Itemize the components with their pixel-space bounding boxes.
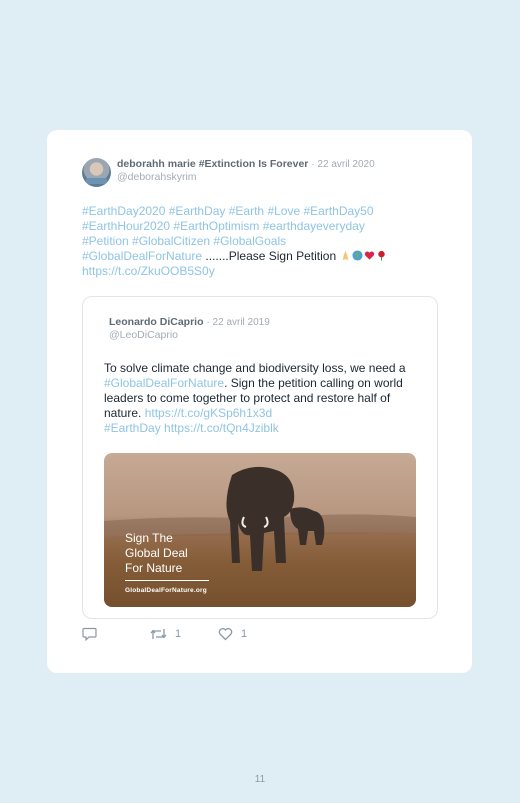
hashtag-link[interactable]: #GlobalDealForNature	[82, 249, 202, 263]
media-divider	[125, 580, 209, 581]
hashtags-line[interactable]: #EarthDay2020 #EarthDay #Earth #Love #Ea…	[82, 204, 374, 218]
quoted-author-name[interactable]: Leonardo DiCaprio	[109, 316, 204, 328]
quoted-date[interactable]: · 22 avril 2019	[206, 317, 269, 328]
reply-icon	[82, 627, 97, 641]
media-title-line: Global Deal	[125, 546, 188, 560]
globe-icon	[352, 250, 364, 261]
tweet-date[interactable]: · 22 avril 2020	[311, 159, 374, 170]
quoted-text: To solve climate change and biodiversity…	[104, 361, 414, 436]
tweet-card: deborahh marie #Extinction Is Forever · …	[47, 130, 472, 673]
quoted-link[interactable]: https://t.co/gKSp6h1x3d	[145, 406, 272, 420]
media-url: GlobalDealForNature.org	[125, 587, 207, 594]
quoted-link[interactable]: https://t.co/tQn4Jziblk	[164, 421, 279, 435]
heart-icon	[365, 251, 375, 260]
quoted-hashtag[interactable]: #GlobalDealForNature	[104, 376, 224, 390]
tweet-header: deborahh marie #Extinction Is Forever · …	[117, 158, 375, 184]
like-button[interactable]: 1	[218, 627, 247, 641]
retweet-count: 1	[175, 628, 182, 640]
quoted-text-part: To solve climate change and biodiversity…	[104, 361, 406, 375]
author-handle[interactable]: @deborahskyrim	[117, 171, 197, 183]
rose-icon	[378, 250, 386, 261]
page-number: 11	[254, 774, 266, 785]
media-title-line: Sign The	[125, 531, 173, 545]
hashtags-line[interactable]: #EarthHour2020 #EarthOptimism #earthdaye…	[82, 219, 365, 233]
reply-button[interactable]	[82, 627, 97, 641]
tweet-link[interactable]: https://t.co/ZkuOOB5S0y	[82, 264, 215, 278]
praying-hands-icon	[343, 250, 349, 261]
heart-outline-icon	[218, 627, 233, 641]
media-title-line: For Nature	[125, 561, 183, 575]
quoted-tweet[interactable]: Leonardo DiCaprio · 22 avril 2019 @LeoDi…	[82, 296, 438, 619]
quoted-handle[interactable]: @LeoDiCaprio	[109, 329, 178, 341]
quoted-hashtag[interactable]: #EarthDay	[104, 421, 161, 435]
media-title: Sign The Global Deal For Nature	[125, 531, 215, 576]
avatar[interactable]	[82, 158, 111, 187]
tweet-text: #EarthDay2020 #EarthDay #Earth #Love #Ea…	[82, 204, 422, 279]
retweet-button[interactable]: 1	[150, 627, 181, 641]
quoted-header: Leonardo DiCaprio · 22 avril 2019 @LeoDi…	[109, 316, 270, 342]
tweet-plain-text: .......Please Sign Petition	[202, 249, 340, 263]
retweet-icon	[150, 629, 167, 639]
like-count: 1	[241, 628, 248, 640]
tweet-actions: 1 1	[82, 627, 282, 643]
hashtags-line[interactable]: #Petition #GlobalCitizen #GlobalGoals	[82, 234, 286, 248]
media-image[interactable]: Sign The Global Deal For Nature GlobalDe…	[104, 453, 416, 607]
author-name[interactable]: deborahh marie #Extinction Is Forever	[117, 158, 308, 170]
elephant-photo	[104, 466, 416, 607]
